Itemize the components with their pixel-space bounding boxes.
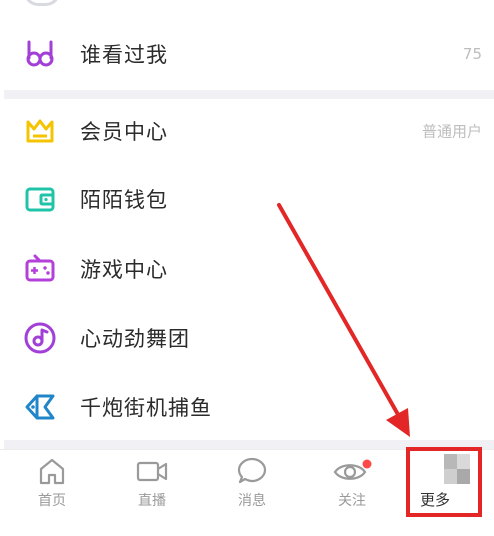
membership-status: 普通用户 — [421, 122, 482, 141]
menu-item-dance-group[interactable]: 心动劲舞团 — [0, 304, 494, 372]
visitor-count: 75 — [462, 45, 482, 63]
tab-label: 直播 — [138, 493, 166, 509]
wallet-icon — [22, 181, 58, 217]
menu-label: 会员中心 — [80, 120, 168, 144]
tab-messages[interactable]: 消息 — [202, 450, 302, 520]
menu-item-fishing-game[interactable]: 千炮街机捕鱼 — [0, 373, 494, 441]
fish-icon — [22, 389, 58, 425]
menu-label: 千炮街机捕鱼 — [80, 396, 212, 420]
tab-more[interactable]: 更多 — [406, 447, 482, 517]
music-disc-icon — [22, 320, 58, 356]
menu-item-membership[interactable]: 会员中心 普通用户 — [0, 97, 494, 165]
video-camera-icon — [136, 456, 168, 486]
glasses-icon — [22, 36, 58, 72]
tab-live[interactable]: 直播 — [102, 450, 202, 520]
eye-icon — [333, 456, 372, 486]
profile-more-page: 谁看过我 75 会员中心 普通用户 陌陌钱包 游戏中心 心动劲舞团 千炮街机捕鱼… — [0, 0, 494, 536]
tab-label: 消息 — [238, 493, 266, 509]
crown-icon — [22, 113, 58, 149]
tab-following[interactable]: 关注 — [302, 450, 402, 520]
blurred-avatar-icon — [444, 454, 470, 484]
menu-label: 心动劲舞团 — [80, 327, 190, 351]
menu-item-games[interactable]: 游戏中心 — [0, 235, 494, 303]
partial-row-icon — [24, 0, 60, 6]
home-icon — [36, 456, 68, 486]
menu-item-visitors[interactable]: 谁看过我 75 — [0, 20, 494, 88]
tab-label: 更多 — [420, 491, 451, 509]
menu-item-wallet[interactable]: 陌陌钱包 — [0, 165, 494, 233]
menu-label: 陌陌钱包 — [80, 188, 168, 212]
menu-label: 游戏中心 — [80, 258, 168, 282]
tab-label: 首页 — [38, 493, 66, 509]
tab-home[interactable]: 首页 — [2, 450, 102, 520]
tab-label: 关注 — [338, 493, 366, 509]
gamepad-icon — [22, 251, 58, 287]
menu-label: 谁看过我 — [80, 43, 168, 67]
chat-bubble-icon — [236, 456, 268, 486]
